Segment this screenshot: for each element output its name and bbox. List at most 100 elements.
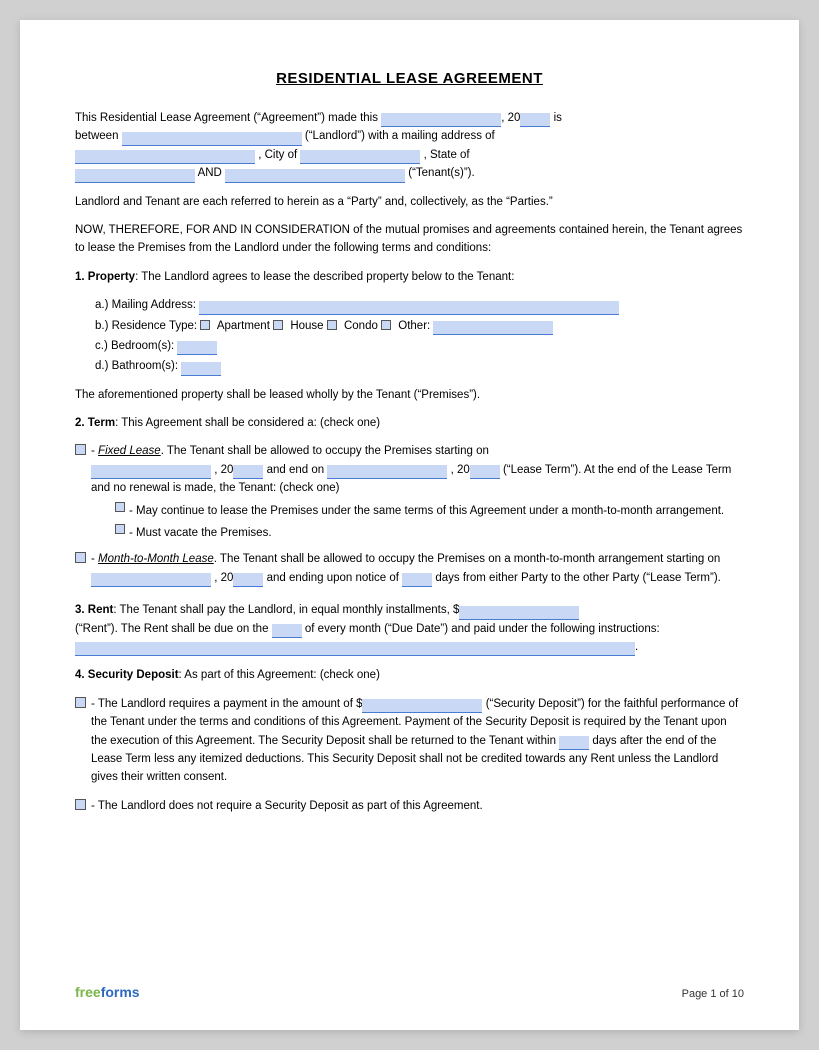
footer: freeforms Page 1 of 10 (75, 984, 744, 1000)
section1-header: 1. Property: The Landlord agrees to leas… (75, 268, 744, 286)
section3-text1: : The Tenant shall pay the Landlord, in … (113, 604, 459, 616)
fixed-start-field[interactable] (91, 465, 211, 479)
item-d: d.) Bathroom(s): (95, 357, 744, 375)
item-a: a.) Mailing Address: (95, 296, 744, 314)
premises-paragraph: The aforementioned property shall be lea… (75, 386, 744, 404)
brand-logo: freeforms (75, 984, 140, 1000)
consideration-paragraph: NOW, THEREFORE, FOR AND IN CONSIDERATION… (75, 221, 744, 258)
bedrooms-field[interactable] (177, 341, 217, 355)
fixed-text3: and end on (267, 464, 325, 476)
security-option1: - The Landlord requires a payment in the… (75, 695, 744, 787)
tenant-name-field[interactable] (225, 169, 405, 183)
fixed-end-field[interactable] (327, 465, 447, 479)
section1-text: : The Landlord agrees to lease the descr… (135, 271, 514, 283)
state-label: , State of (424, 149, 470, 161)
state-field[interactable] (75, 169, 195, 183)
bathrooms-field[interactable] (181, 362, 221, 376)
intro-line1-end: is (554, 112, 562, 124)
suboption1-text: - May continue to lease the Premises und… (129, 502, 724, 520)
section3-header: 3. Rent: The Tenant shall pay the Landlo… (75, 601, 744, 656)
condo-checkbox[interactable] (327, 320, 337, 330)
section3-text2: (“Rent”). The Rent shall be due on the (75, 623, 268, 635)
due-date-field[interactable] (272, 624, 302, 638)
section3-text3: of every month (“Due Date”) and paid und… (305, 623, 660, 635)
house-label: House (290, 320, 323, 332)
security-option2-text: - The Landlord does not require a Securi… (91, 797, 483, 815)
fixed-label: Fixed Lease (98, 445, 161, 457)
month-lease-option: - Month-to-Month Lease. The Tenant shall… (75, 550, 744, 587)
month-label: Month-to-Month Lease (98, 553, 214, 565)
fixed-lease-checkbox[interactable] (75, 444, 86, 455)
fixed-lease-option: - Fixed Lease. The Tenant shall be allow… (75, 442, 744, 497)
section2-text: : This Agreement shall be considered a: … (115, 417, 380, 429)
year-field[interactable] (520, 113, 550, 127)
intro-paragraph: This Residential Lease Agreement (“Agree… (75, 109, 744, 183)
fixed-end-year[interactable] (470, 465, 500, 479)
security-option2-checkbox[interactable] (75, 799, 86, 810)
condo-label: Condo (344, 320, 378, 332)
payment-instructions-field[interactable] (75, 642, 635, 656)
month-text2: , 20 (214, 572, 233, 584)
intro-line1-start: This Residential Lease Agreement (“Agree… (75, 112, 378, 124)
section1-items: a.) Mailing Address: b.) Residence Type:… (75, 296, 744, 376)
month-notice-days[interactable] (402, 573, 432, 587)
document-title: RESIDENTIAL LEASE AGREEMENT (75, 70, 744, 87)
other-checkbox[interactable] (381, 320, 391, 330)
security-amount-field[interactable] (362, 699, 482, 713)
between-label: between (75, 130, 118, 142)
month-dash: - (91, 553, 95, 565)
date-field[interactable] (381, 113, 501, 127)
document-page: RESIDENTIAL LEASE AGREEMENT This Residen… (20, 20, 799, 1030)
mailing-address-field[interactable] (75, 150, 255, 164)
house-checkbox[interactable] (273, 320, 283, 330)
month-start-field[interactable] (91, 573, 211, 587)
item-c: c.) Bedroom(s): (95, 337, 744, 355)
section4-header: 4. Security Deposit: As part of this Agr… (75, 666, 744, 684)
suboption1-checkbox[interactable] (115, 502, 125, 512)
month-text4: days from either Party to the other Part… (435, 572, 720, 584)
fixed-text4: , 20 (451, 464, 470, 476)
fixed-start-year[interactable] (233, 465, 263, 479)
section2-header: 2. Term: This Agreement shall be conside… (75, 414, 744, 432)
section1-label: 1. Property (75, 271, 135, 283)
suboption2-checkbox[interactable] (115, 524, 125, 534)
section4-text: : As part of this Agreement: (check one) (179, 669, 380, 681)
section4-label: 4. Security Deposit (75, 669, 179, 681)
month-lease-checkbox[interactable] (75, 552, 86, 563)
suboption2-line: - Must vacate the Premises. (115, 524, 744, 542)
item-b: b.) Residence Type: Apartment House Cond… (95, 317, 744, 335)
suboption1-line: - May continue to lease the Premises und… (115, 502, 744, 520)
brand-forms: forms (101, 984, 140, 1000)
rent-amount-field[interactable] (459, 606, 579, 620)
apartment-label: Apartment (217, 320, 270, 332)
security-text1: - The Landlord requires a payment in the… (91, 698, 362, 710)
year-label: 20 (508, 112, 521, 124)
suboption2-text: - Must vacate the Premises. (129, 524, 272, 542)
parties-text: Landlord and Tenant are each referred to… (75, 196, 553, 208)
apartment-checkbox[interactable] (200, 320, 210, 330)
and-label: AND (198, 167, 222, 179)
month-start-year[interactable] (233, 573, 263, 587)
section2-label: 2. Term (75, 417, 115, 429)
security-option1-checkbox[interactable] (75, 697, 86, 708)
other-label: Other: (398, 320, 430, 332)
month-text3: and ending upon notice of (267, 572, 399, 584)
security-days-field[interactable] (559, 736, 589, 750)
city-field[interactable] (300, 150, 420, 164)
item-b-label: b.) Residence Type: (95, 320, 197, 332)
section3-label: 3. Rent (75, 604, 113, 616)
mailing-address-input[interactable] (199, 301, 619, 315)
premises-text: The aforementioned property shall be lea… (75, 389, 480, 401)
fixed-dash: - (91, 445, 95, 457)
fixed-suboptions: - May continue to lease the Premises und… (75, 502, 744, 543)
parties-paragraph: Landlord and Tenant are each referred to… (75, 193, 744, 211)
city-label: , City of (258, 149, 297, 161)
landlord-name-field[interactable] (122, 132, 302, 146)
other-field[interactable] (433, 321, 553, 335)
fixed-text2: , 20 (214, 464, 233, 476)
page-number: Page 1 of 10 (682, 988, 744, 1000)
security-option2: - The Landlord does not require a Securi… (75, 797, 744, 815)
fixed-text1: . The Tenant shall be allowed to occupy … (161, 445, 489, 457)
landlord-label: (“Landlord”) with a mailing address of (305, 130, 495, 142)
month-text1: . The Tenant shall be allowed to occupy … (214, 553, 721, 565)
